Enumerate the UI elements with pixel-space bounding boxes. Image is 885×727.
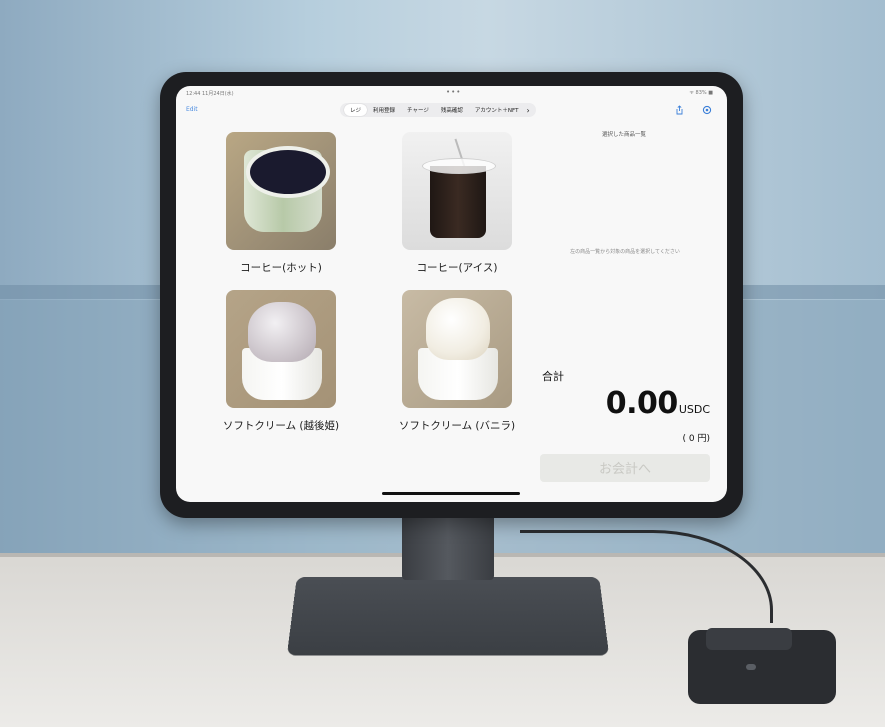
card-reader-logo: [746, 664, 756, 670]
cream-shape: [248, 302, 316, 362]
product-name: ソフトクリーム (バニラ): [398, 420, 516, 432]
toolbar: Edit レジ 利用登録 チャージ 残高確認 アカウント＋NFT ›: [176, 100, 727, 120]
selection-empty-hint: 左の商品一覧から対象の商品を選択してください: [570, 249, 680, 255]
lid-shape: [422, 158, 496, 174]
product-photo: [226, 132, 336, 250]
checkout-button[interactable]: お会計へ: [540, 454, 710, 482]
product-photo: [402, 290, 512, 408]
product-photo: [402, 132, 512, 250]
status-time: 12:44 11月24日(水): [186, 91, 234, 97]
product-soft-serve-vanilla[interactable]: ソフトクリーム (バニラ): [372, 290, 542, 433]
share-icon[interactable]: [674, 105, 684, 115]
glass-shape: [430, 166, 486, 238]
total-value: 0.00: [605, 386, 679, 421]
tab-charge[interactable]: チャージ: [401, 104, 435, 116]
product-photo: [226, 290, 336, 408]
total-amount: 0.00USDC: [576, 386, 710, 421]
tablet-stand-base: [286, 577, 610, 656]
tab-account-nft[interactable]: アカウント＋NFT: [469, 104, 525, 116]
chevron-right-icon[interactable]: ›: [524, 106, 531, 115]
card-reader-slot: [706, 628, 792, 650]
tab-balance[interactable]: 残高確認: [435, 104, 469, 116]
product-soft-serve-strawberry[interactable]: ソフトクリーム (越後姫): [196, 290, 366, 433]
total-jpy: ( 0 円): [682, 434, 710, 444]
segmented-tabs: レジ 利用登録 チャージ 残高確認 アカウント＋NFT ›: [340, 103, 536, 117]
tab-registration[interactable]: 利用登録: [367, 104, 401, 116]
total-label: 合計: [542, 370, 564, 383]
cream-shape: [426, 298, 490, 360]
multitask-dots[interactable]: •••: [446, 88, 461, 96]
product-name: コーヒー(ホット): [240, 262, 322, 274]
total-currency: USDC: [678, 403, 710, 416]
coffee-surface: [246, 146, 330, 198]
tablet-screen: 12:44 11月24日(水) ••• ᯤ 83% ■ Edit レジ 利用登録…: [176, 86, 727, 502]
product-name: コーヒー(アイス): [416, 262, 498, 274]
status-bar: 12:44 11月24日(水) ••• ᯤ 83% ■: [176, 86, 727, 100]
tab-register[interactable]: レジ: [344, 104, 368, 116]
edit-button[interactable]: Edit: [186, 106, 198, 113]
battery-indicator: ᯤ 83% ■: [689, 90, 713, 96]
home-indicator[interactable]: [382, 492, 520, 495]
gear-icon[interactable]: [702, 105, 712, 115]
selection-title: 選択した商品一覧: [601, 132, 646, 138]
product-name: ソフトクリーム (越後姫): [222, 420, 340, 432]
product-iced-coffee[interactable]: コーヒー(アイス): [390, 132, 524, 275]
product-hot-coffee[interactable]: コーヒー(ホット): [214, 132, 348, 275]
